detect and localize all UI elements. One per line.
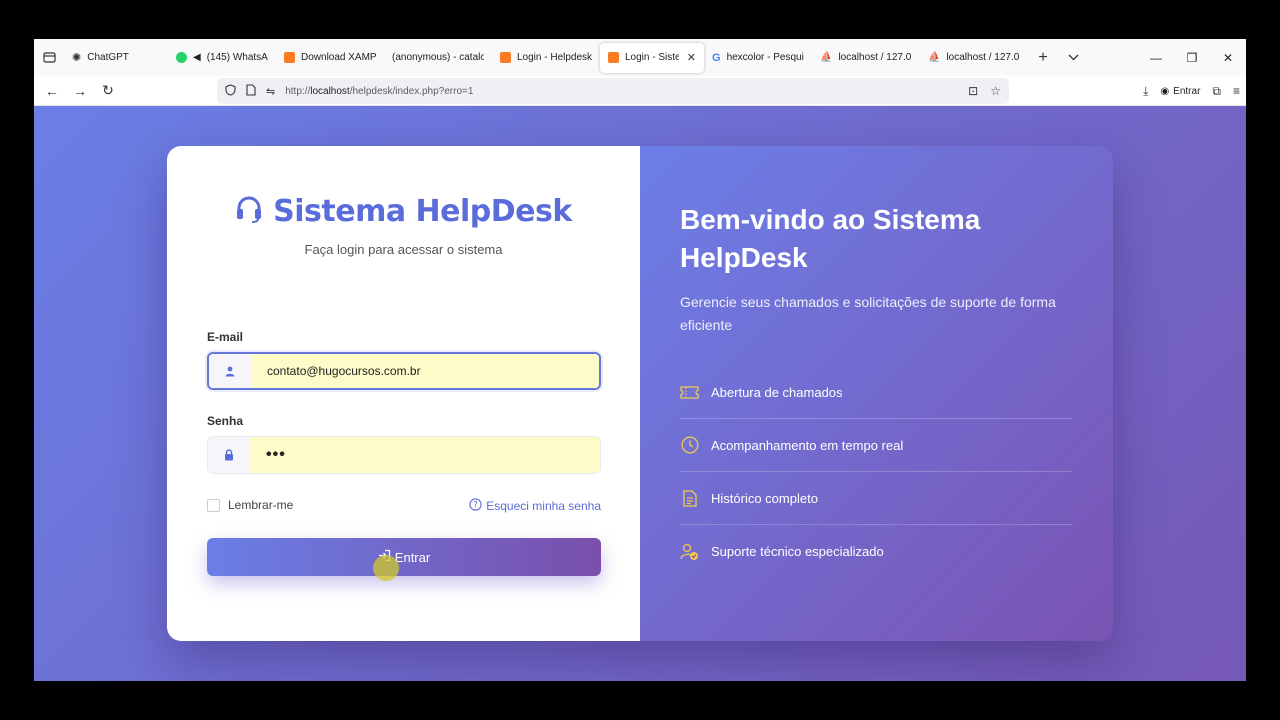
tab-hexcolor[interactable]: G hexcolor - Pesquisa [704, 43, 812, 73]
speaker-muted-icon[interactable]: ◀ [193, 52, 201, 63]
new-tab-icon[interactable]: + [1028, 43, 1058, 73]
email-field[interactable]: contato@hugocursos.com.br [207, 352, 601, 390]
tab-whatsapp[interactable]: ◀ (145) WhatsA [168, 43, 276, 73]
welcome-panel: Bem-vindo ao Sistema HelpDesk Gerencie s… [640, 146, 1113, 641]
question-circle-icon: ? [469, 498, 482, 514]
tab-localhost-2[interactable]: ⛵ localhost / 127.0.0 [920, 43, 1028, 73]
address-bar[interactable]: ⇋ http://localhost/helpdesk/index.php?er… [217, 78, 1009, 104]
close-tab-icon[interactable]: ✕ [687, 51, 696, 64]
tab-login-helpdesk[interactable]: Login - Helpdesk [492, 43, 600, 73]
phpmyadmin-icon: ⛵ [820, 52, 833, 63]
tab-strip: ✺ ChatGPT ◀ (145) WhatsA Download XAMPP … [34, 39, 1246, 76]
download-icon[interactable]: ⤓ [1143, 84, 1148, 99]
welcome-title: Bem-vindo ao Sistema HelpDesk [680, 204, 981, 273]
headset-icon [235, 194, 263, 229]
feature-label: Abertura de chamados [711, 384, 843, 400]
feature-list: Abertura de chamados Acompanhamento em t… [680, 366, 1072, 578]
close-window-icon[interactable]: ✕ [1210, 39, 1246, 76]
user-check-icon [680, 542, 699, 561]
back-icon[interactable]: ← [38, 77, 66, 105]
remember-checkbox[interactable] [207, 498, 220, 512]
tab-chatgpt[interactable]: ✺ ChatGPT [64, 43, 168, 73]
url-prefix: http:// [285, 85, 311, 97]
xampp-icon [608, 52, 619, 63]
restore-icon[interactable]: ❐ [1174, 39, 1210, 76]
clock-icon [680, 436, 699, 455]
tab-localhost-1[interactable]: ⛵ localhost / 127.0.0 [812, 43, 920, 73]
document-icon [680, 489, 699, 508]
email-label: E-mail [207, 330, 244, 344]
url-text[interactable]: http://localhost/helpdesk/index.php?erro… [285, 86, 473, 97]
feature-item: Abertura de chamados [680, 366, 1072, 419]
google-icon: G [712, 51, 721, 64]
menu-icon[interactable]: ≡ [1233, 84, 1240, 98]
password-label: Senha [207, 414, 244, 428]
phpmyadmin-icon: ⛵ [928, 52, 941, 63]
feature-label: Acompanhamento em tempo real [711, 437, 904, 453]
forward-icon[interactable]: → [66, 77, 94, 105]
url-path: /helpdesk/index.php?erro=1 [349, 85, 474, 97]
xampp-icon [500, 52, 511, 63]
cursor-highlight [373, 555, 399, 581]
xampp-icon [284, 52, 295, 63]
tab-download-xampp[interactable]: Download XAMPP [276, 43, 384, 73]
feature-item: Histórico completo [680, 472, 1072, 525]
tab-list-icon[interactable] [34, 43, 64, 73]
feature-item: Suporte técnico especializado [680, 525, 1072, 578]
feature-label: Histórico completo [711, 490, 818, 506]
login-card: Sistema HelpDesk Faça login para acessar… [167, 146, 1113, 641]
whatsapp-icon [176, 52, 187, 63]
login-button-label: Entrar [394, 549, 431, 565]
account-label: Entrar [1173, 85, 1201, 97]
remember-label: Lembrar-me [228, 498, 294, 512]
account-icon: ◉ [1160, 85, 1170, 97]
navigation-bar: ← → ↻ ⇋ http://localhost/helpdesk/index.… [34, 76, 1246, 106]
shield-icon[interactable] [225, 83, 236, 99]
remember-me[interactable]: Lembrar-me [207, 498, 293, 512]
page-icon[interactable] [246, 83, 256, 99]
lock-icon [208, 437, 250, 473]
feature-item: Acompanhamento em tempo real [680, 419, 1072, 472]
password-field[interactable]: ••• [207, 436, 601, 474]
welcome-subtitle: Gerencie seus chamados e solicitações de… [680, 294, 1056, 333]
feature-label: Suporte técnico especializado [711, 544, 884, 559]
minimize-icon[interactable]: — [1138, 39, 1174, 76]
url-host: localhost [310, 85, 350, 97]
account-button[interactable]: ◉ Entrar [1160, 86, 1200, 97]
tab-anonymous-catalog[interactable]: (anonymous) - catalog [384, 43, 492, 73]
permissions-icon[interactable]: ⇋ [266, 85, 275, 98]
brand-title: Sistema HelpDesk [273, 194, 572, 229]
browser-window: ✺ ChatGPT ◀ (145) WhatsA Download XAMPP … [34, 39, 1246, 681]
page-background: Sistema HelpDesk Faça login para acessar… [34, 106, 1246, 681]
login-button[interactable]: Entrar [207, 538, 601, 576]
password-input[interactable]: ••• [250, 437, 600, 473]
login-subtitle: Faça login para acessar o sistema [304, 242, 503, 257]
svg-text:?: ? [473, 501, 478, 511]
bookmark-star-icon[interactable]: ☆ [990, 84, 1001, 98]
reload-icon[interactable]: ↻ [94, 77, 122, 105]
reader-view-icon[interactable]: ⊡ [968, 84, 978, 98]
brand: Sistema HelpDesk [167, 194, 640, 229]
forgot-password-link[interactable]: ? Esqueci minha senha [469, 498, 601, 514]
chevron-down-icon[interactable] [1058, 43, 1088, 73]
chatgpt-icon: ✺ [72, 52, 82, 64]
forgot-password-label: Esqueci minha senha [486, 499, 601, 513]
ticket-icon [680, 383, 699, 402]
user-icon [209, 354, 251, 388]
extensions-icon[interactable]: ⧉ [1212, 84, 1221, 99]
login-panel: Sistema HelpDesk Faça login para acessar… [167, 146, 640, 641]
email-input[interactable]: contato@hugocursos.com.br [251, 354, 599, 388]
tab-login-sistema[interactable]: Login - Sistema ✕ [600, 42, 704, 73]
